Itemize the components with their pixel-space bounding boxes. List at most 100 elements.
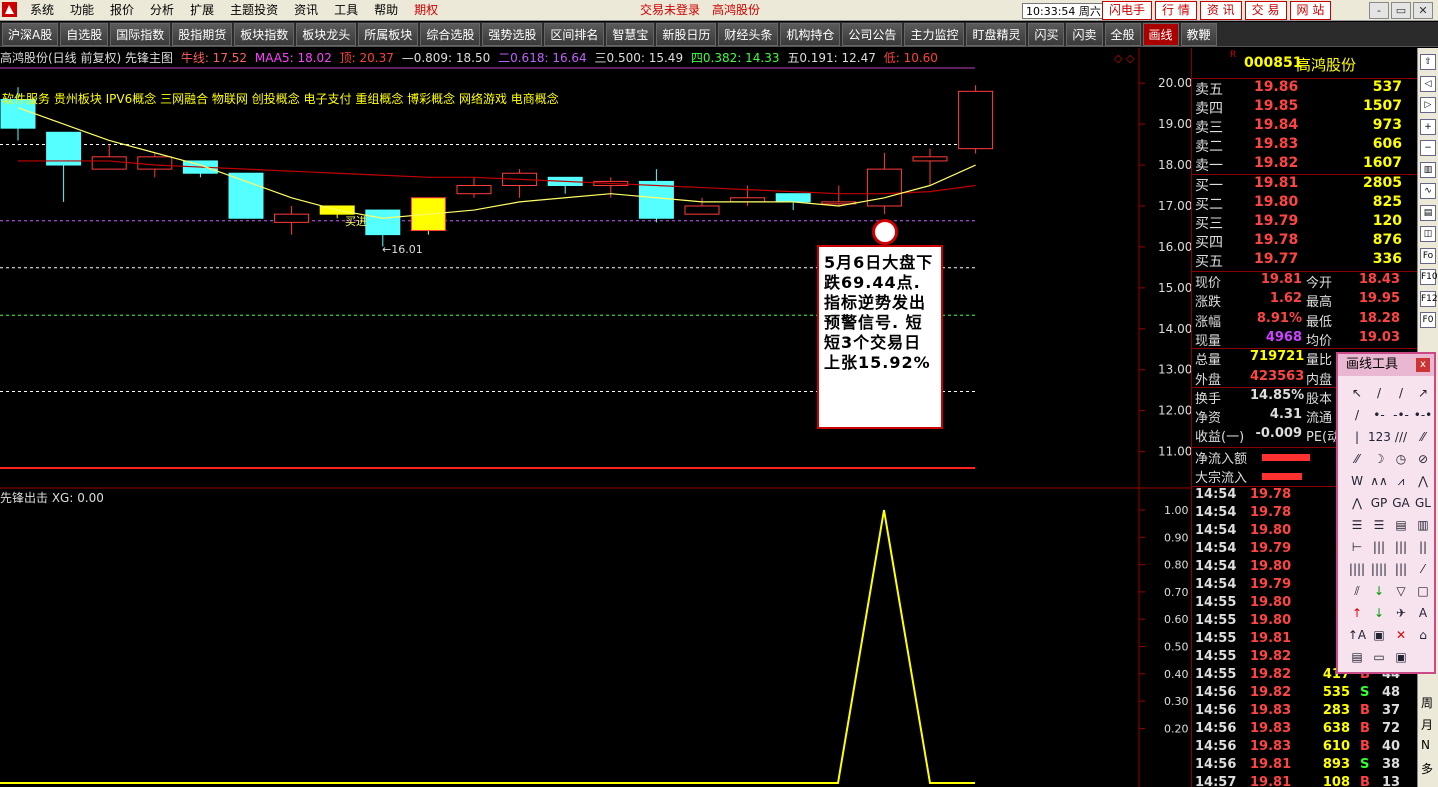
draw-tool-46-icon[interactable]: ✕ xyxy=(1390,624,1412,646)
draw-tool-6-icon[interactable]: -•- xyxy=(1390,404,1412,426)
draw-tool-16-icon[interactable]: W xyxy=(1346,470,1368,492)
link-website[interactable]: 网 站 xyxy=(1289,1,1332,20)
candle-body-down[interactable] xyxy=(46,131,82,166)
candle-body-up[interactable] xyxy=(730,197,766,203)
draw-tool-25-icon[interactable]: ☰ xyxy=(1368,514,1390,536)
zoom-out-icon[interactable]: − xyxy=(1420,140,1436,156)
draw-tool-30-icon[interactable]: ||| xyxy=(1390,536,1412,558)
draw-tool-18-icon[interactable]: ⩘ xyxy=(1390,470,1412,492)
candle-body-down[interactable] xyxy=(775,193,811,203)
bid-row[interactable]: 买二 19.80 825 xyxy=(1192,194,1418,213)
annotation-marker[interactable] xyxy=(872,219,898,245)
depth-icon[interactable]: ◫ xyxy=(1420,226,1436,242)
kline-icon[interactable]: ▥ xyxy=(1420,161,1436,178)
draw-tool-51-icon[interactable] xyxy=(1412,646,1434,668)
link-news[interactable]: 资 讯 xyxy=(1199,1,1242,20)
ask-row[interactable]: 卖四 19.85 1507 xyxy=(1192,98,1418,117)
trend-icon[interactable]: ∿ xyxy=(1420,183,1436,199)
draw-tool-20-icon[interactable]: ⋀ xyxy=(1346,492,1368,514)
candle-body-up[interactable] xyxy=(274,213,310,223)
draw-tool-12-icon[interactable]: ⁄⁄ xyxy=(1346,448,1368,470)
draw-tool-14-icon[interactable]: ◷ xyxy=(1390,448,1412,470)
period-0[interactable]: 周 xyxy=(1421,694,1433,711)
bid-row[interactable]: 买一 19.81 2805 xyxy=(1192,175,1418,194)
draw-tool-7-icon[interactable]: •-• xyxy=(1412,404,1434,426)
period-1[interactable]: 月 xyxy=(1421,716,1433,733)
draw-tool-28-icon[interactable]: ⊢ xyxy=(1346,536,1368,558)
f12-icon[interactable]: F12 xyxy=(1420,290,1438,307)
draw-tool-32-icon[interactable]: |||| xyxy=(1346,558,1368,580)
draw-tool-42-icon[interactable]: ✈ xyxy=(1390,602,1412,624)
draw-tool-29-icon[interactable]: ||| xyxy=(1368,536,1390,558)
zoom-in-icon[interactable]: + xyxy=(1420,118,1436,135)
draw-tool-35-icon[interactable]: ⁄ xyxy=(1412,558,1434,580)
draw-tool-5-icon[interactable]: •- xyxy=(1368,404,1390,426)
draw-tool-47-icon[interactable]: ⌂ xyxy=(1412,624,1434,646)
ask-row[interactable]: 卖二 19.83 606 xyxy=(1192,136,1418,155)
draw-tool-8-icon[interactable]: | xyxy=(1346,426,1368,448)
draw-tool-36-icon[interactable]: ⫽ xyxy=(1346,580,1368,602)
draw-tool-27-icon[interactable]: ▥ xyxy=(1412,514,1434,536)
draw-tool-38-icon[interactable]: ▽ xyxy=(1390,580,1412,602)
ask-row[interactable]: 卖三 19.84 973 xyxy=(1192,117,1418,136)
draw-tool-43-icon[interactable]: A xyxy=(1412,602,1434,624)
draw-tool-21-icon[interactable]: GP xyxy=(1368,492,1390,514)
scroll-right-icon[interactable]: ▷ xyxy=(1420,97,1436,113)
bar-chart-icon[interactable]: ▤ xyxy=(1420,204,1436,221)
period-3[interactable]: 多 xyxy=(1421,760,1433,777)
annotation-callout[interactable]: 5月6日大盘下跌69.44点. 指标逆势发出预警信号. 短短3个交易日上张15.… xyxy=(817,245,943,429)
draw-tool-34-icon[interactable]: ||| xyxy=(1390,558,1412,580)
candle-body-up[interactable] xyxy=(137,156,173,170)
scroll-left-icon[interactable]: ◁ xyxy=(1420,75,1436,92)
candle-body-up[interactable] xyxy=(456,185,492,195)
draw-tool-4-icon[interactable]: / xyxy=(1346,404,1368,426)
draw-tool-2-icon[interactable]: / xyxy=(1390,382,1412,404)
draw-tool-15-icon[interactable]: ⊘ xyxy=(1412,448,1434,470)
candle-body-down[interactable] xyxy=(638,180,674,219)
draw-tool-49-icon[interactable]: ▭ xyxy=(1368,646,1390,668)
draw-tool-44-icon[interactable]: ↑A xyxy=(1346,624,1368,646)
candle-body-up[interactable] xyxy=(684,205,720,215)
draw-tool-26-icon[interactable]: ▤ xyxy=(1390,514,1412,536)
draw-tool-37-icon[interactable]: ↓ xyxy=(1368,580,1390,602)
maximize-button[interactable]: ▭ xyxy=(1391,2,1411,19)
close-button[interactable]: ✕ xyxy=(1413,2,1433,19)
draw-tool-45-icon[interactable]: ▣ xyxy=(1368,624,1390,646)
draw-tool-19-icon[interactable]: ⋀ xyxy=(1412,470,1434,492)
draw-tool-close-button[interactable]: x xyxy=(1416,358,1430,372)
scroll-up-icon[interactable]: ⇧ xyxy=(1420,54,1436,70)
f10-icon[interactable]: F10 xyxy=(1420,269,1438,285)
draw-tool-23-icon[interactable]: GL xyxy=(1412,492,1434,514)
bid-row[interactable]: 买三 19.79 120 xyxy=(1192,213,1418,232)
draw-tool-13-icon[interactable]: ☽ xyxy=(1368,448,1390,470)
draw-tool-41-icon[interactable]: ↓ xyxy=(1368,602,1390,624)
draw-tool-11-icon[interactable]: ⁄⁄ xyxy=(1412,426,1434,448)
draw-tool-31-icon[interactable]: || xyxy=(1412,536,1434,558)
chart-canvas[interactable]: 20.00 19.00 18.00 17.00 16.00 15.00 14.00 13.00… xyxy=(0,0,1191,787)
minimize-button[interactable]: - xyxy=(1369,2,1389,19)
candle-body-up[interactable] xyxy=(912,156,948,162)
draw-tool-3-icon[interactable]: ↗ xyxy=(1412,382,1434,404)
candle-body-up[interactable] xyxy=(958,90,994,150)
draw-tool-39-icon[interactable]: □ xyxy=(1412,580,1434,602)
bid-row[interactable]: 买四 19.78 876 xyxy=(1192,232,1418,251)
draw-tool-0-icon[interactable]: ↖ xyxy=(1346,382,1368,404)
period-2[interactable]: N xyxy=(1421,738,1430,752)
draw-tool-48-icon[interactable]: ▤ xyxy=(1346,646,1368,668)
draw-tool-22-icon[interactable]: GA xyxy=(1390,492,1412,514)
candle-body-up[interactable] xyxy=(91,156,127,170)
draw-tool-9-icon[interactable]: 123 xyxy=(1368,426,1391,448)
draw-tool-40-icon[interactable]: ↑ xyxy=(1346,602,1368,624)
draw-tool-10-icon[interactable]: /// xyxy=(1390,426,1412,448)
ask-row[interactable]: 卖五 19.86 537 xyxy=(1192,79,1418,98)
f10-alt-icon[interactable]: F0 xyxy=(1420,312,1436,328)
draw-tool-17-icon[interactable]: ∧∧ xyxy=(1368,470,1390,492)
bid-row[interactable]: 买五 19.77 336 xyxy=(1192,251,1418,270)
draw-tool-33-icon[interactable]: |||| xyxy=(1368,558,1390,580)
finance-icon[interactable]: Fo xyxy=(1420,247,1436,264)
link-trade[interactable]: 交 易 xyxy=(1244,1,1287,20)
draw-tool-24-icon[interactable]: ☰ xyxy=(1346,514,1368,536)
candle-body-down[interactable] xyxy=(228,172,264,219)
ask-row[interactable]: 卖一 19.82 1607 xyxy=(1192,155,1418,174)
draw-tool-1-icon[interactable]: / xyxy=(1368,382,1390,404)
